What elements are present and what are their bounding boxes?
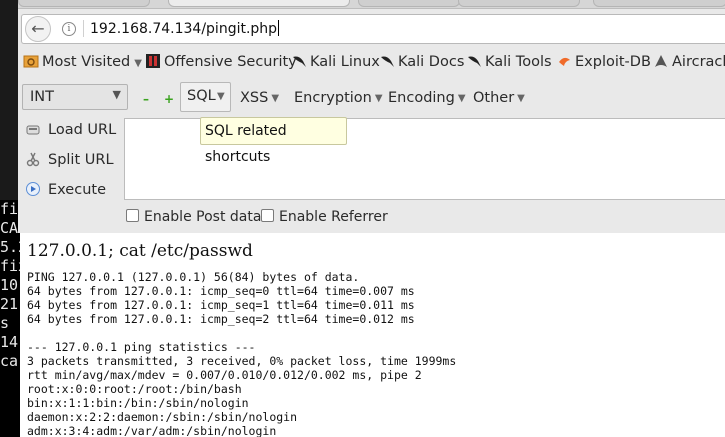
encoding-menu-label: Encoding xyxy=(388,90,455,106)
arrow-left-icon: ← xyxy=(31,19,45,38)
enable-referrer-checkbox[interactable]: Enable Referrer xyxy=(261,209,388,225)
dropdown-arrow-icon: ▼ xyxy=(271,93,280,104)
browser-tab-active[interactable] xyxy=(168,0,350,7)
url-separator xyxy=(83,20,84,37)
load-url-icon xyxy=(25,121,41,137)
bookmarks-toolbar: Most Visited ▼ Offensive Security Kali Li… xyxy=(18,50,725,76)
type-select[interactable]: INT ▼ xyxy=(22,84,128,110)
bookmark-label: Kali Linux xyxy=(310,54,380,70)
kali-dragon-icon xyxy=(379,53,395,69)
load-url-button[interactable]: Load URL xyxy=(25,121,116,138)
browser-chrome: ← i 192.168.74.134/pingit.php Most Visit… xyxy=(18,0,725,233)
browser-tab[interactable] xyxy=(458,0,580,7)
sql-tooltip: SQL related shortcuts xyxy=(200,117,347,165)
play-icon xyxy=(25,181,41,197)
increase-button[interactable]: + xyxy=(164,93,174,105)
terminal-line: s ( xyxy=(0,314,20,332)
xss-menu-label: XSS xyxy=(240,90,269,106)
command-output: PING 127.0.0.1 (127.0.0.1) 56(84) bytes … xyxy=(27,270,457,437)
xss-menu-button[interactable]: XSS ▼ xyxy=(240,90,279,106)
page-content: 127.0.0.1; cat /etc/passwd PING 127.0.0.… xyxy=(20,233,725,437)
checkbox-box xyxy=(261,209,274,222)
encoding-menu-button[interactable]: Encoding ▼ xyxy=(388,90,466,106)
bookmark-label: Kali Docs xyxy=(398,54,465,70)
sql-menu-label: SQL xyxy=(187,88,216,104)
bookmark-kali-tools[interactable]: Kali Tools xyxy=(466,53,552,70)
bookmark-offensive-security[interactable]: Offensive Security xyxy=(145,53,297,70)
execute-label: Execute xyxy=(48,182,106,198)
kali-dragon-icon xyxy=(291,53,307,69)
encryption-menu-button[interactable]: Encryption ▼ xyxy=(294,90,383,106)
hackbar-toolbar: INT ▼ – + SQL ▼ XSS ▼ Encryption ▼ Encodin… xyxy=(18,80,725,114)
dropdown-arrow-icon: ▼ xyxy=(457,93,466,104)
bookmark-label: Offensive Security xyxy=(164,54,297,70)
url-bar[interactable]: ← i 192.168.74.134/pingit.php xyxy=(21,14,725,44)
terminal-line: car xyxy=(0,352,20,370)
type-select-value: INT xyxy=(30,89,54,105)
aircrack-logo-icon xyxy=(653,53,669,69)
execute-button[interactable]: Execute xyxy=(25,181,106,198)
back-button[interactable]: ← xyxy=(25,16,51,42)
enable-referrer-label: Enable Referrer xyxy=(279,209,388,225)
browser-tab[interactable] xyxy=(18,0,150,7)
bookmark-label: Kali Tools xyxy=(485,54,552,70)
terminal-line: 21 xyxy=(0,295,19,313)
url-text: 192.168.74.134/pingit.php xyxy=(90,21,278,37)
bookmark-aircrack[interactable]: Aircrack- xyxy=(653,53,725,70)
bookmark-most-visited[interactable]: Most Visited ▼ xyxy=(23,53,142,70)
load-url-label: Load URL xyxy=(48,122,117,138)
browser-tab[interactable] xyxy=(358,0,460,7)
bookmark-label: Exploit-DB xyxy=(575,54,651,70)
offsec-logo-icon xyxy=(145,53,161,69)
decrease-button[interactable]: – xyxy=(143,93,149,105)
bookmark-kali-docs[interactable]: Kali Docs xyxy=(379,53,464,70)
bookmark-kali-linux[interactable]: Kali Linux xyxy=(291,53,380,70)
bookmark-label: Most Visited xyxy=(42,54,131,70)
terminal-line: CAS xyxy=(0,219,20,237)
split-url-button[interactable]: Split URL xyxy=(25,151,114,168)
browser-tab[interactable] xyxy=(593,0,725,7)
other-menu-label: Other xyxy=(473,90,515,106)
bookmark-exploit-db[interactable]: Exploit-DB xyxy=(556,53,651,70)
terminal-line: fig xyxy=(0,200,20,218)
exploitdb-logo-icon xyxy=(556,53,572,69)
split-url-label: Split URL xyxy=(48,152,114,168)
bookmark-label: Aircrack- xyxy=(672,54,725,70)
dropdown-arrow-icon: ▼ xyxy=(517,93,525,104)
terminal-line: 5.2 xyxy=(0,238,20,256)
chevron-down-icon: ▼ xyxy=(134,58,142,69)
encryption-menu-label: Encryption xyxy=(294,90,372,106)
terminal-line: fix xyxy=(0,257,20,275)
gear-folder-icon xyxy=(23,53,39,69)
checkbox-box xyxy=(126,209,139,222)
terminal-line: 14 xyxy=(0,333,19,351)
enable-post-checkbox[interactable]: Enable Post data xyxy=(126,209,261,225)
dropdown-arrow-icon: ▼ xyxy=(112,88,121,101)
kali-dragon-icon xyxy=(466,53,482,69)
dropdown-arrow-icon: ▼ xyxy=(217,91,225,102)
scissors-icon xyxy=(25,151,41,167)
other-menu-button[interactable]: Other ▼ xyxy=(473,90,525,106)
enable-post-label: Enable Post data xyxy=(144,209,262,225)
dropdown-arrow-icon: ▼ xyxy=(374,93,383,104)
text-caret xyxy=(278,20,280,36)
url-input[interactable]: 192.168.74.134/pingit.php xyxy=(90,20,280,37)
sql-menu-button[interactable]: SQL ▼ xyxy=(180,82,231,112)
page-heading: 127.0.0.1; cat /etc/passwd xyxy=(27,241,253,261)
tab-strip xyxy=(18,0,725,9)
info-icon[interactable]: i xyxy=(62,22,76,36)
background-terminal: fig CAS 5.2 fix 10 21 s ( 14 car xyxy=(0,200,20,437)
terminal-line: 10 xyxy=(0,276,19,294)
